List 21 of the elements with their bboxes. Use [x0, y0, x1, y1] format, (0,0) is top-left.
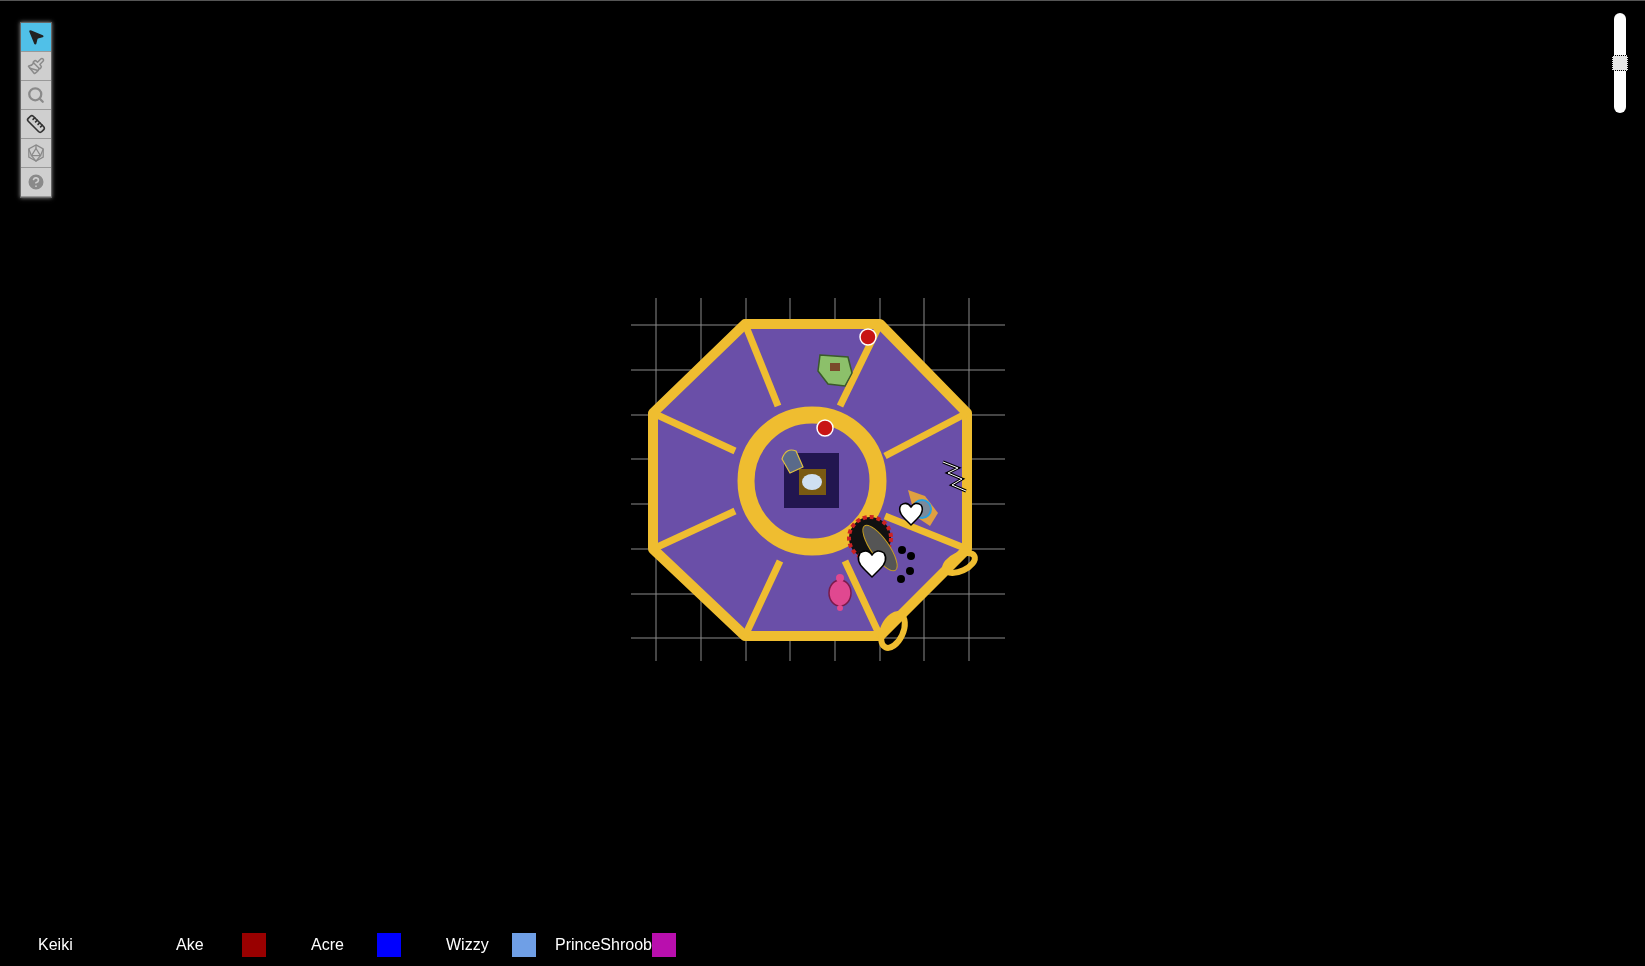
player-name: PrinceShroob: [555, 935, 652, 955]
status-marker[interactable]: [816, 419, 834, 437]
frog-creature-token[interactable]: [817, 354, 853, 387]
zoom-slider-thumb[interactable]: [1612, 55, 1628, 71]
help-icon: [26, 172, 46, 192]
search-icon: [27, 86, 45, 104]
d20-icon: [27, 144, 45, 162]
player-name: Keiki: [38, 935, 74, 955]
player-name: Acre: [311, 935, 345, 955]
zoom-slider-track[interactable]: [1614, 13, 1626, 113]
player-name: Wizzy: [446, 935, 490, 955]
pedestal-drawing: [784, 453, 839, 508]
brush-icon: [27, 57, 45, 75]
pointer-icon: [27, 28, 45, 46]
ruler-icon: [26, 114, 46, 134]
lightning-icon: [942, 460, 967, 493]
turtle-token[interactable]: [828, 574, 852, 611]
player-name: Ake: [176, 935, 205, 955]
tool-button[interactable]: [21, 110, 51, 139]
status-marker[interactable]: [859, 328, 877, 346]
tool-button[interactable]: [21, 23, 51, 52]
